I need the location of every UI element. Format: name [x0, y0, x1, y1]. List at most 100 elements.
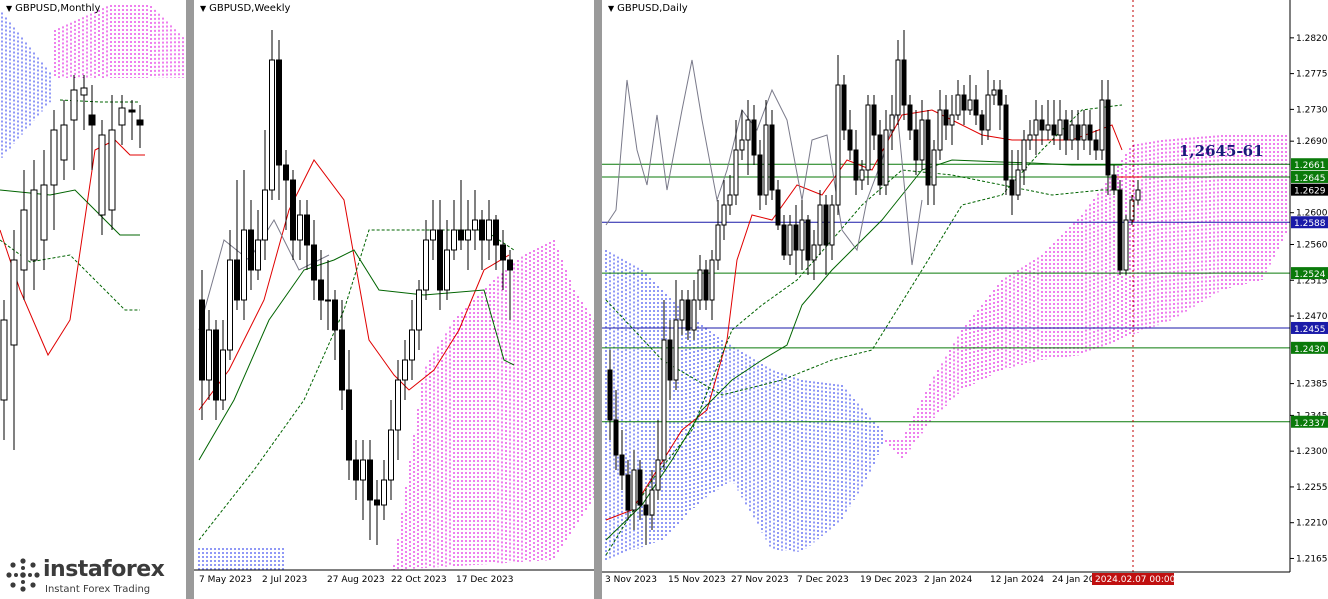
weekly-candle — [486, 200, 492, 260]
weekly-candle — [465, 200, 471, 270]
weekly-candle — [283, 150, 289, 230]
weekly-cloud-down — [198, 548, 284, 570]
daily-level-tag-label: 1.2588 — [1294, 219, 1326, 229]
candle-body — [381, 479, 387, 506]
candle-body — [991, 89, 997, 96]
daily-candle — [757, 140, 763, 210]
daily-candle — [1027, 120, 1033, 150]
weekly-candle — [276, 40, 282, 200]
daily-level-tag-label: 1.2661 — [1294, 161, 1326, 171]
candle-body — [241, 229, 247, 301]
daily-candle — [721, 180, 727, 240]
candle-body — [346, 389, 352, 461]
weekly-chart: 7 May 2023 2 Jul 2023 27 Aug 2023 22 Oct 20… — [194, 30, 594, 585]
daily-candle — [979, 110, 985, 145]
daily-chart-panel[interactable]: 1,2645-61 1.2820 1.2775 1.2730 1.2690 1.2600 1… — [602, 0, 1328, 599]
candle-body — [643, 504, 649, 516]
candle-body — [691, 299, 697, 331]
candle-body — [697, 269, 703, 301]
daily-candle — [1117, 180, 1123, 275]
weekly-candle — [346, 350, 352, 480]
monthly-candle — [118, 95, 126, 145]
candle-body — [444, 249, 450, 291]
weekly-x-tick-label: 27 Aug 2023 — [327, 575, 385, 585]
candle-body — [673, 319, 679, 381]
candle-body — [805, 219, 811, 261]
monthly-candle — [20, 170, 28, 300]
candle-body — [841, 84, 847, 131]
daily-candle — [1015, 150, 1021, 200]
weekly-candle — [311, 220, 317, 300]
daily-candle — [703, 260, 709, 310]
monthly-chart-panel[interactable]: ▼ GBPUSD,Monthly — [0, 0, 186, 599]
candle-body — [136, 119, 144, 126]
daily-x-tick-label: 7 Dec 2023 — [797, 575, 849, 585]
monthly-candle — [60, 100, 68, 180]
candle-body — [255, 239, 261, 271]
weekly-candle — [367, 440, 373, 540]
candle-body — [793, 224, 799, 251]
candle-body — [967, 99, 973, 111]
daily-candle — [691, 280, 697, 340]
daily-candle — [913, 110, 919, 175]
candle-body — [318, 279, 324, 301]
weekly-x-tick-label: 7 May 2023 — [199, 575, 252, 585]
candle-body — [479, 219, 485, 241]
candle-body — [865, 104, 871, 171]
logo-brand: instaforex — [43, 557, 165, 582]
daily-level-tag-label: 1.2337 — [1294, 419, 1326, 429]
daily-candle — [997, 80, 1003, 130]
panel-divider[interactable] — [186, 0, 194, 599]
monthly-candle — [108, 95, 116, 230]
daily-candle — [949, 95, 955, 145]
candle-body — [493, 219, 499, 246]
daily-x-tick-label: 12 Jan 2024 — [990, 575, 1044, 585]
daily-y-tick-label: 1.2385 — [1296, 380, 1328, 390]
weekly-candle — [388, 400, 394, 500]
monthly-candle — [30, 160, 38, 290]
weekly-candle — [339, 300, 345, 410]
daily-candle — [751, 105, 757, 165]
weekly-candle — [430, 200, 436, 260]
weekly-chart-panel[interactable]: 7 May 2023 2 Jul 2023 27 Aug 2023 22 Oct 20… — [194, 0, 594, 599]
weekly-candle — [451, 200, 457, 260]
daily-candle — [895, 40, 901, 125]
daily-candle — [1087, 110, 1093, 155]
daily-candle — [991, 80, 997, 105]
daily-candle — [1045, 100, 1051, 140]
daily-senkou-a — [605, 169, 1122, 556]
candle-body — [374, 499, 380, 506]
daily-candle — [883, 110, 889, 195]
weekly-candle — [325, 260, 331, 330]
daily-candle — [907, 95, 913, 140]
candle-body — [985, 94, 991, 131]
daily-candle — [775, 180, 781, 230]
daily-candle — [1081, 110, 1087, 150]
candle-body — [1105, 99, 1111, 176]
candle-body — [1033, 119, 1039, 136]
candle-body — [1057, 119, 1063, 136]
daily-candle — [967, 75, 973, 115]
panel-divider[interactable] — [594, 0, 602, 599]
candle-body — [619, 454, 625, 476]
weekly-candle — [220, 320, 226, 410]
candle-body — [40, 184, 48, 241]
daily-candle — [847, 110, 853, 160]
daily-candle — [631, 450, 637, 530]
candle-body — [283, 164, 289, 181]
daily-candle — [865, 95, 871, 185]
daily-y-tick-label: 1.2255 — [1296, 483, 1328, 493]
monthly-candle — [98, 120, 106, 235]
candle-body — [339, 329, 345, 391]
daily-x-tick-label: 27 Nov 2023 — [731, 575, 789, 585]
candle-body — [360, 459, 366, 481]
daily-candle — [835, 55, 841, 215]
weekly-candle — [395, 360, 401, 460]
candle-body — [20, 209, 28, 271]
candle-body — [199, 299, 205, 381]
daily-level-tag-label: 1.2430 — [1294, 345, 1326, 355]
weekly-candle — [500, 230, 506, 290]
candle-body — [913, 129, 919, 161]
candle-body — [937, 109, 943, 151]
candle-body — [679, 299, 685, 321]
